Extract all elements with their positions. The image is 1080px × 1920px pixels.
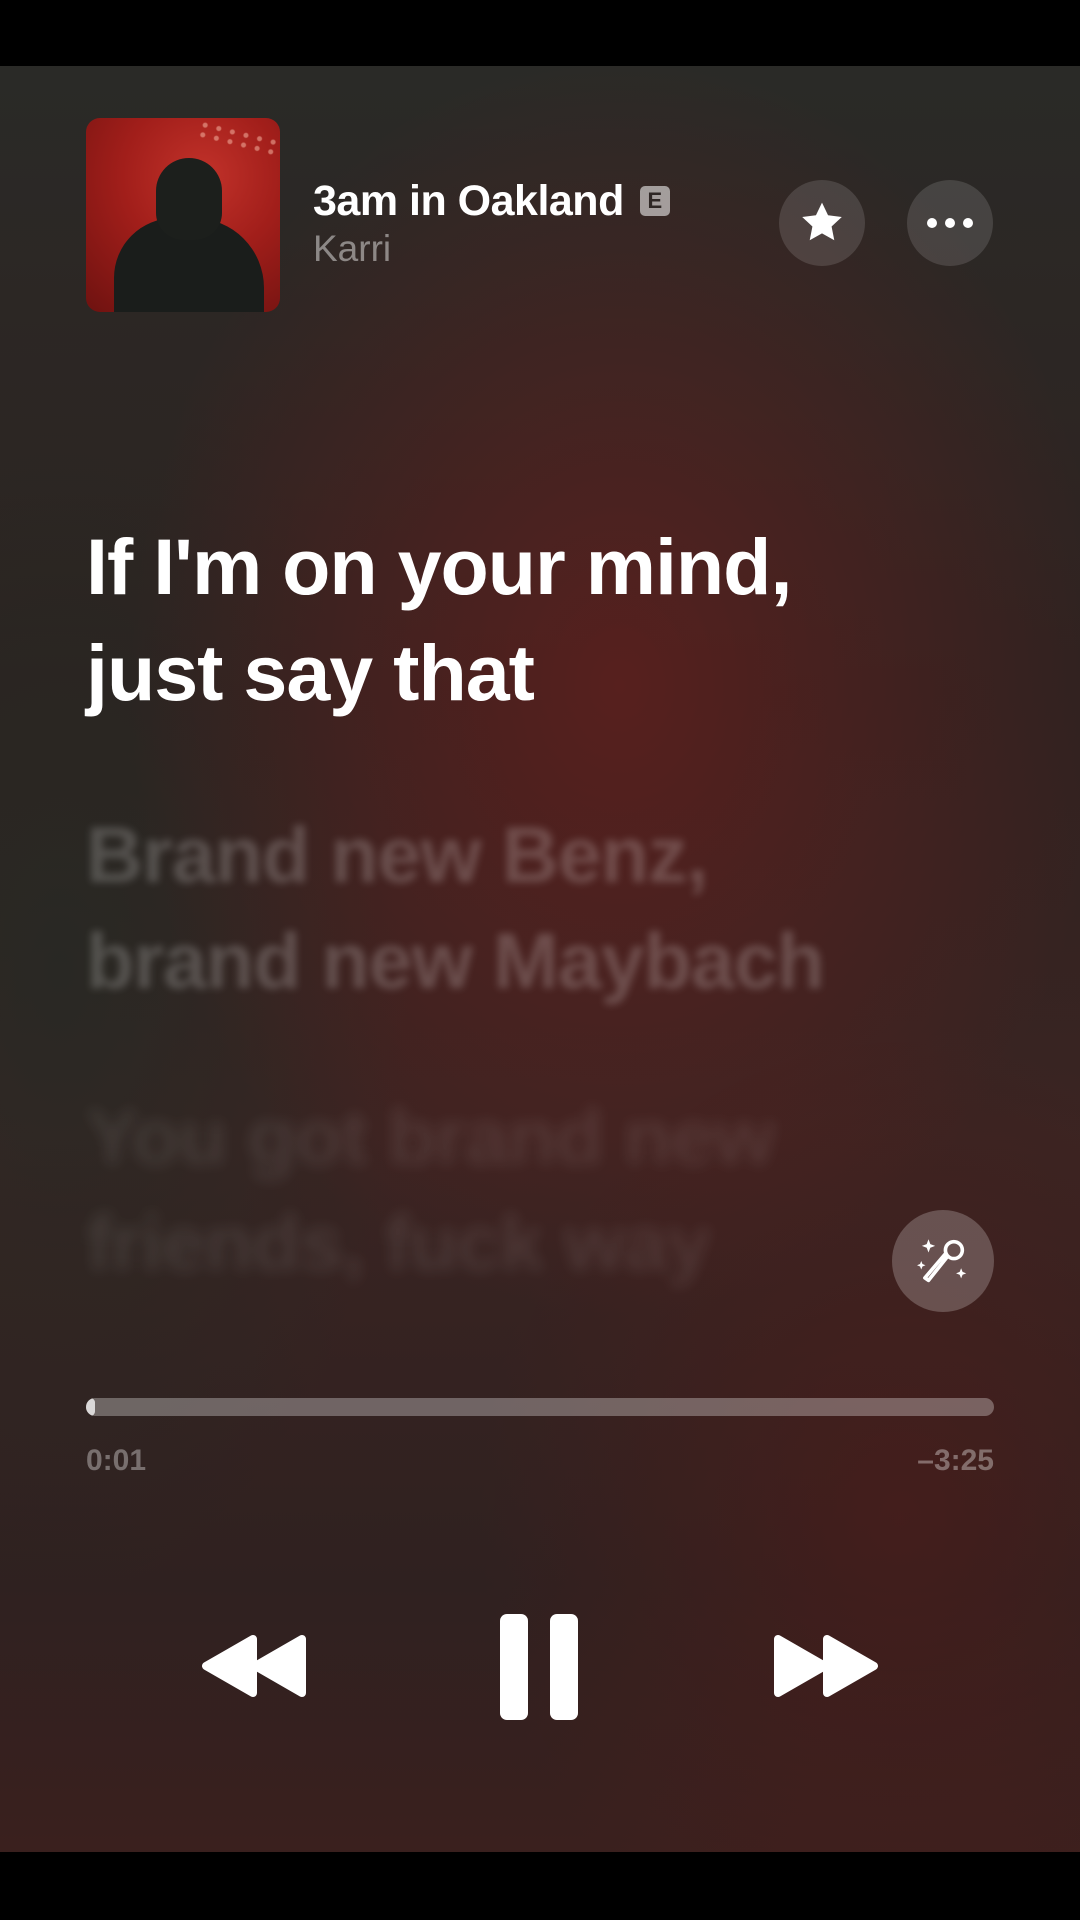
lyric-next-line-1: Brand new Benz,: [86, 810, 708, 899]
lyric-next-line-2: brand new Maybach: [86, 916, 825, 1005]
star-icon: [802, 202, 842, 241]
progress-scrubber[interactable]: [86, 1398, 994, 1416]
backward-icon: [202, 1635, 306, 1697]
favorite-button[interactable]: [779, 180, 865, 266]
song-title-row: 3am in Oakland E: [313, 172, 670, 230]
album-artwork[interactable]: [86, 118, 280, 312]
sing-button[interactable]: [892, 1210, 994, 1312]
rewind-button[interactable]: [196, 1626, 310, 1706]
lyric-next[interactable]: Brand new Benz, brand new Maybach: [86, 802, 986, 1014]
ellipsis-icon: [927, 218, 973, 228]
status-bar-area: [0, 0, 1080, 66]
microphone-sparkle-icon: [917, 1239, 967, 1283]
lyric-later[interactable]: You got brand new friends, fuck way: [86, 1084, 986, 1296]
pause-button[interactable]: [496, 1612, 582, 1722]
lyric-later-line-2: friends, fuck way: [86, 1198, 711, 1287]
time-remaining: –3:25: [917, 1444, 994, 1477]
fast-forward-button[interactable]: [770, 1626, 884, 1706]
time-elapsed: 0:01: [86, 1444, 147, 1477]
pause-icon: [500, 1614, 578, 1720]
progress-fill: [86, 1398, 96, 1416]
artwork-figure-head: [156, 158, 222, 240]
forward-icon: [774, 1635, 878, 1697]
song-title[interactable]: 3am in Oakland: [313, 177, 624, 226]
now-playing-screen: 3am in Oakland E Karri If I'm on your mi…: [0, 66, 1080, 1852]
lyric-current[interactable]: If I'm on your mind, just say that: [86, 514, 986, 726]
more-options-button[interactable]: [907, 180, 993, 266]
home-indicator-area: [0, 1852, 1080, 1920]
lyric-current-line-2: just say that: [86, 628, 535, 717]
artwork-lights: [194, 118, 278, 158]
explicit-badge: E: [639, 186, 670, 216]
lyric-current-line-1: If I'm on your mind,: [86, 522, 792, 611]
artist-name[interactable]: Karri: [313, 228, 391, 270]
lyric-later-line-1: You got brand new: [86, 1092, 775, 1181]
